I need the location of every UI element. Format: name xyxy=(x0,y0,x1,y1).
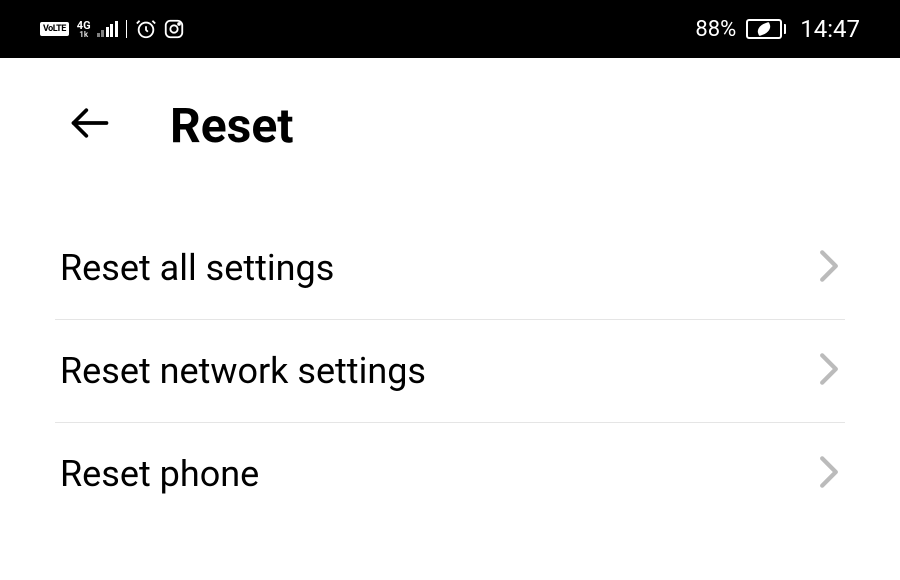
back-button[interactable] xyxy=(60,93,120,157)
page-title: Reset xyxy=(170,97,294,154)
volte-badge: VoLTE xyxy=(40,22,69,36)
list-item-label: Reset network settings xyxy=(60,350,426,392)
page-header: Reset xyxy=(0,58,900,177)
chevron-right-icon xyxy=(818,352,840,390)
battery-icon xyxy=(746,19,786,39)
list-item-label: Reset all settings xyxy=(60,247,334,289)
list-item-label: Reset phone xyxy=(60,453,259,495)
chevron-right-icon xyxy=(818,455,840,493)
reset-all-settings-item[interactable]: Reset all settings xyxy=(55,217,845,320)
chevron-right-icon xyxy=(818,249,840,287)
settings-list: Reset all settings Reset network setting… xyxy=(0,177,900,525)
status-right: 88% 14:47 xyxy=(695,15,860,43)
network-sub: 1k xyxy=(79,31,88,39)
alarm-icon xyxy=(135,18,157,40)
arrow-left-icon xyxy=(68,101,112,145)
status-left: VoLTE 4G 1k xyxy=(40,18,185,40)
network-type-icon: 4G 1k xyxy=(77,20,91,39)
network-gen: 4G xyxy=(77,20,91,31)
status-separator xyxy=(126,20,127,38)
reset-network-settings-item[interactable]: Reset network settings xyxy=(55,320,845,423)
instagram-icon xyxy=(163,18,185,40)
reset-phone-item[interactable]: Reset phone xyxy=(55,423,845,525)
signal-strength-icon xyxy=(97,21,118,37)
battery-percent: 88% xyxy=(695,17,736,42)
status-bar: VoLTE 4G 1k 88% xyxy=(0,0,900,58)
clock: 14:47 xyxy=(800,15,860,43)
